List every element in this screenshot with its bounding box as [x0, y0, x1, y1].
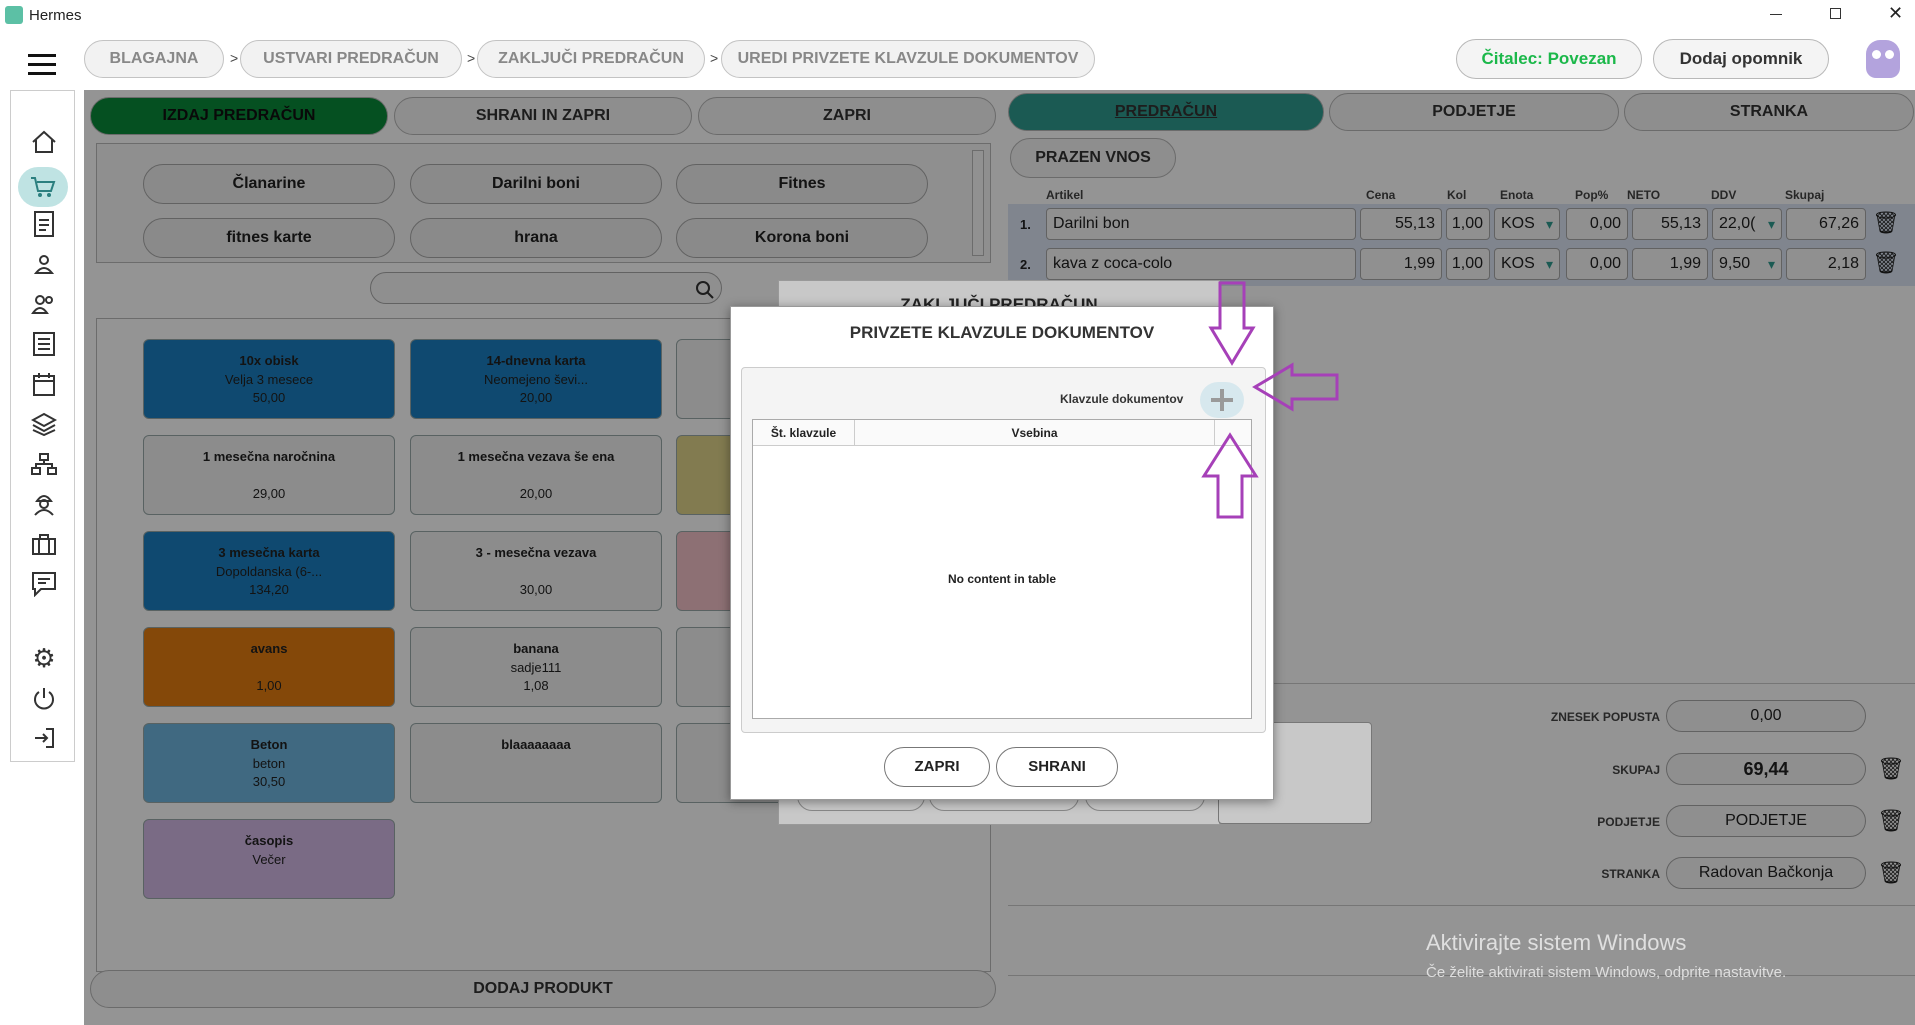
sidebar: ⚙ — [10, 90, 75, 762]
chat-icon[interactable] — [29, 569, 59, 599]
settings-icon[interactable]: ⚙ — [29, 643, 59, 673]
plus-icon — [1211, 389, 1233, 411]
add-clause-button[interactable] — [1200, 382, 1244, 418]
activation-watermark-title: Aktivirajte sistem Windows — [1426, 930, 1687, 955]
breadcrumb-uredi[interactable]: UREDI PRIVZETE KLAVZULE DOKUMENTOV — [721, 40, 1095, 78]
briefcase-icon[interactable] — [29, 529, 59, 559]
app-window: Hermes ✕ BLAGAJNA > USTVARI PREDRAČUN > … — [0, 0, 1915, 1025]
empty-table-message: No content in table — [948, 572, 1056, 586]
power-icon[interactable] — [29, 683, 59, 713]
owl-avatar-icon[interactable] — [1866, 40, 1900, 78]
default-clauses-dialog: PRIVZETE KLAVZULE DOKUMENTOV Klavzule do… — [730, 306, 1274, 800]
annotation-arrow-down-icon — [1208, 281, 1256, 366]
dialog-save-button[interactable]: SHRANI — [996, 747, 1118, 787]
breadcrumb-separator: > — [710, 50, 719, 66]
breadcrumb-separator: > — [467, 50, 476, 66]
minimize-icon[interactable] — [1770, 14, 1782, 15]
user-icon[interactable] — [29, 249, 59, 279]
dialog-title: PRIVZETE KLAVZULE DOKUMENTOV — [849, 323, 1155, 342]
logout-icon[interactable] — [29, 723, 59, 753]
activation-watermark-text: Če želite aktivirati sistem Windows, odp… — [1426, 964, 1787, 981]
clauses-label: Klavzule dokumentov — [1060, 392, 1184, 406]
app-logo-icon — [5, 6, 23, 24]
layers-icon[interactable] — [29, 409, 59, 439]
worker-icon[interactable] — [29, 489, 59, 519]
reader-status-badge: Čitalec: Povezan — [1456, 39, 1642, 79]
home-icon[interactable] — [29, 127, 59, 157]
annotation-arrow-up-icon — [1201, 432, 1259, 519]
users-icon[interactable] — [29, 289, 59, 319]
annotation-arrow-left-icon — [1252, 362, 1339, 412]
window-title: Hermes — [29, 6, 82, 24]
menu-icon[interactable] — [28, 54, 56, 76]
breadcrumb-ustvari[interactable]: USTVARI PREDRAČUN — [240, 40, 462, 78]
col-clause-number[interactable]: Št. klavzule — [753, 420, 855, 446]
cart-icon[interactable] — [18, 167, 68, 207]
org-chart-icon[interactable] — [29, 449, 59, 479]
document-icon[interactable] — [29, 209, 59, 239]
restore-icon[interactable] — [1830, 8, 1841, 19]
calendar-icon[interactable] — [29, 369, 59, 399]
add-reminder-button[interactable]: Dodaj opomnik — [1653, 39, 1829, 79]
breadcrumb-blagajna[interactable]: BLAGAJNA — [84, 40, 224, 78]
title-bar: Hermes ✕ — [0, 0, 1915, 30]
breadcrumb-zakljuci[interactable]: ZAKLJUČI PREDRAČUN — [477, 40, 705, 78]
close-icon[interactable]: ✕ — [1888, 3, 1903, 24]
dialog-close-button[interactable]: ZAPRI — [884, 747, 990, 787]
breadcrumb-separator: > — [230, 50, 239, 66]
list-icon[interactable] — [29, 329, 59, 359]
clauses-table: Št. klavzule Vsebina No content in table — [752, 419, 1252, 719]
clauses-section: Klavzule dokumentov Št. klavzule Vsebina… — [741, 367, 1266, 733]
col-content[interactable]: Vsebina — [855, 420, 1215, 446]
clauses-table-header: Št. klavzule Vsebina — [753, 420, 1251, 446]
